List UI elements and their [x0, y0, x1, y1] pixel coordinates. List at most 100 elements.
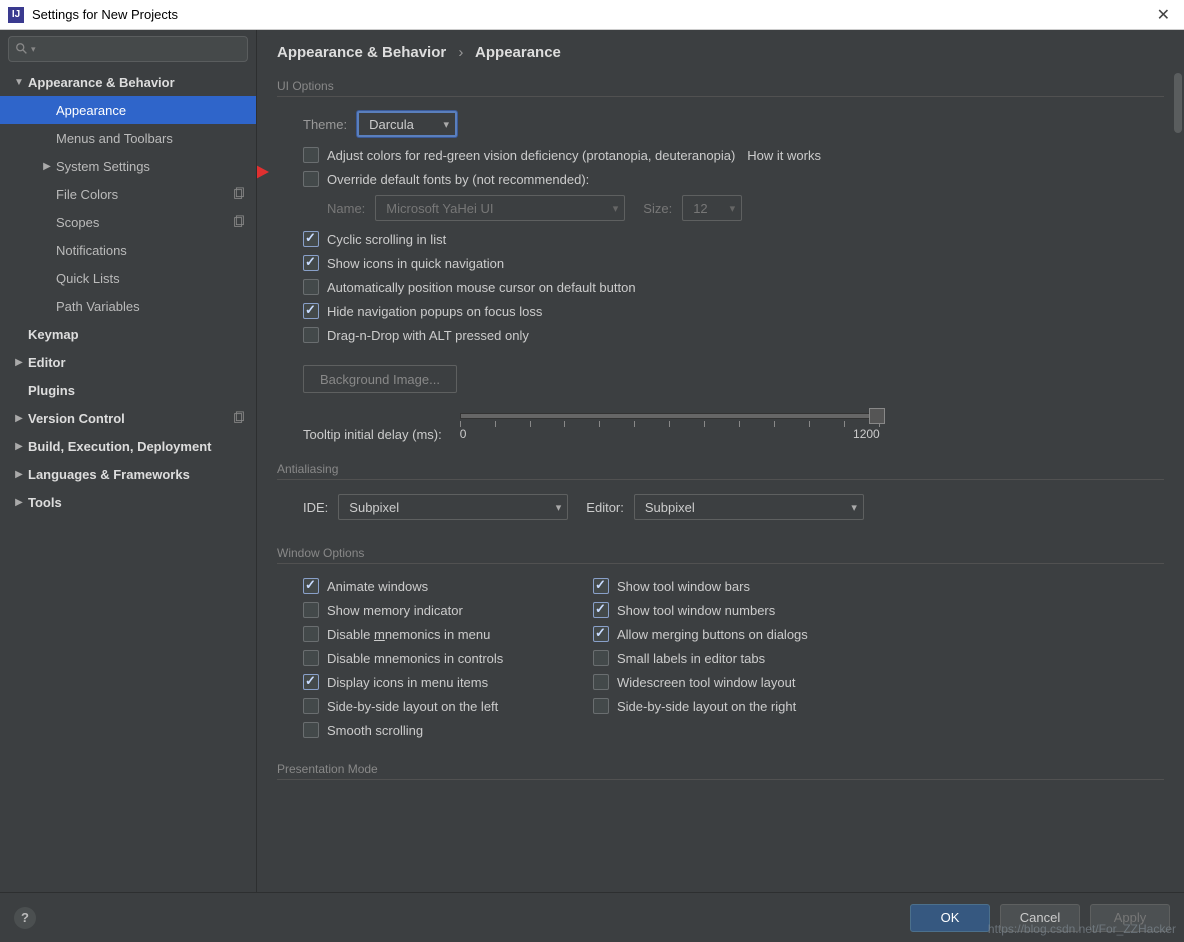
winopt-show-tool-window-numbers[interactable]: Show tool window numbers: [593, 602, 883, 618]
chevron-right-icon: ▶: [12, 441, 26, 452]
sidebar-item-quick-lists[interactable]: Quick Lists: [0, 264, 256, 292]
override-fonts-checkbox[interactable]: Override default fonts by (not recommend…: [303, 171, 1164, 187]
font-name-label: Name:: [327, 201, 365, 216]
winopt-animate-windows[interactable]: Animate windows: [303, 578, 593, 594]
sidebar-item-tools[interactable]: ▶Tools: [0, 488, 256, 516]
sidebar-item-label: Menus and Toolbars: [56, 131, 246, 146]
sidebar-item-file-colors[interactable]: File Colors: [0, 180, 256, 208]
settings-tree: ▼Appearance & Behavior Appearance Menus an…: [0, 68, 256, 892]
show-icons-checkbox[interactable]: Show icons in quick navigation: [303, 255, 1164, 271]
sidebar-item-build-execution-deployment[interactable]: ▶Build, Execution, Deployment: [0, 432, 256, 460]
content-scroll[interactable]: UI Options Theme: Darcula Adjust colors …: [257, 73, 1184, 892]
help-button[interactable]: ?: [14, 907, 36, 929]
sidebar-item-label: Tools: [28, 495, 246, 510]
sidebar-item-label: Plugins: [28, 383, 246, 398]
winopt-smooth-scrolling[interactable]: Smooth scrolling: [303, 722, 593, 738]
winopt-side-by-side-layout-on-the-left[interactable]: Side-by-side layout on the left: [303, 698, 593, 714]
copy-icon: [232, 187, 246, 201]
sidebar-item-plugins[interactable]: Plugins: [0, 376, 256, 404]
winopt-allow-merging-buttons-on-dialogs[interactable]: Allow merging buttons on dialogs: [593, 626, 883, 642]
sidebar-item-languages-frameworks[interactable]: ▶Languages & Frameworks: [0, 460, 256, 488]
window-options-grid: Animate windowsShow tool window barsShow…: [303, 578, 1164, 746]
ok-button[interactable]: OK: [910, 904, 990, 932]
winopt-side-by-side-layout-on-the-right[interactable]: Side-by-side layout on the right: [593, 698, 883, 714]
section-antialiasing: Antialiasing: [277, 462, 1164, 480]
slider-thumb[interactable]: [869, 408, 885, 424]
background-image-button[interactable]: Background Image...: [303, 365, 457, 393]
tooltip-delay-slider[interactable]: [460, 413, 880, 419]
sidebar-item-label: Version Control: [28, 411, 232, 426]
sidebar-item-appearance[interactable]: Appearance: [0, 96, 256, 124]
theme-select[interactable]: Darcula: [357, 111, 457, 137]
sidebar-item-notifications[interactable]: Notifications: [0, 236, 256, 264]
chevron-right-icon: ▶: [40, 161, 54, 172]
section-ui-options: UI Options: [277, 79, 1164, 97]
sidebar-item-label: Quick Lists: [56, 271, 246, 286]
font-size-select[interactable]: 12: [682, 195, 742, 221]
sidebar-item-label: Path Variables: [56, 299, 246, 314]
section-presentation: Presentation Mode: [277, 762, 1164, 780]
winopt-display-icons-in-menu-items[interactable]: Display icons in menu items: [303, 674, 593, 690]
slider-min: 0: [460, 427, 467, 441]
chevron-right-icon: ›: [458, 44, 463, 61]
sidebar-item-label: Keymap: [28, 327, 246, 342]
auto-cursor-checkbox[interactable]: Automatically position mouse cursor on d…: [303, 279, 1164, 295]
sidebar-item-path-variables[interactable]: Path Variables: [0, 292, 256, 320]
how-it-works-link[interactable]: How it works: [747, 148, 821, 163]
breadcrumb-root[interactable]: Appearance & Behavior: [277, 44, 446, 61]
hide-nav-checkbox[interactable]: Hide navigation popups on focus loss: [303, 303, 1164, 319]
font-size-label: Size:: [643, 201, 672, 216]
chevron-right-icon: ▶: [12, 357, 26, 368]
tooltip-delay-label: Tooltip initial delay (ms):: [303, 427, 442, 442]
aa-editor-label: Editor:: [586, 500, 624, 515]
sidebar-item-appearance-behavior[interactable]: ▼Appearance & Behavior: [0, 68, 256, 96]
winopt-widescreen-tool-window-layout[interactable]: Widescreen tool window layout: [593, 674, 883, 690]
breadcrumb: Appearance & Behavior › Appearance: [257, 30, 1184, 73]
content-scrollbar[interactable]: [1172, 73, 1182, 892]
tooltip-delay-row: Tooltip initial delay (ms): 0 1200: [303, 409, 1164, 442]
sidebar-item-version-control[interactable]: ▶Version Control: [0, 404, 256, 432]
main-panel: Appearance & Behavior › Appearance UI Op…: [257, 30, 1184, 892]
chevron-down-icon: ▼: [12, 77, 26, 88]
titlebar: IJ Settings for New Projects ✕: [0, 0, 1184, 30]
copy-icon: [232, 411, 246, 425]
chevron-right-icon: ▶: [12, 413, 26, 424]
winopt-show-tool-window-bars[interactable]: Show tool window bars: [593, 578, 883, 594]
aa-ide-select[interactable]: Subpixel: [338, 494, 568, 520]
sidebar-item-label: Appearance: [56, 103, 246, 118]
breadcrumb-leaf: Appearance: [475, 44, 561, 61]
sidebar-item-keymap[interactable]: Keymap: [0, 320, 256, 348]
sidebar-item-label: System Settings: [56, 159, 246, 174]
chevron-right-icon: ▶: [12, 469, 26, 480]
sidebar-item-label: File Colors: [56, 187, 232, 202]
winopt-small-labels-in-editor-tabs[interactable]: Small labels in editor tabs: [593, 650, 883, 666]
close-icon[interactable]: ✕: [1151, 5, 1176, 25]
sidebar-item-label: Scopes: [56, 215, 232, 230]
sidebar-item-label: Appearance & Behavior: [28, 75, 246, 90]
red-arrow-annotation: [257, 158, 269, 186]
drag-alt-checkbox[interactable]: Drag-n-Drop with ALT pressed only: [303, 327, 1164, 343]
aa-ide-label: IDE:: [303, 500, 328, 515]
aa-editor-select[interactable]: Subpixel: [634, 494, 864, 520]
copy-icon: [232, 215, 246, 229]
search-icon: [15, 42, 29, 56]
sidebar-item-menus-and-toolbars[interactable]: Menus and Toolbars: [0, 124, 256, 152]
adjust-colors-checkbox[interactable]: Adjust colors for red-green vision defic…: [303, 147, 1164, 163]
sidebar-item-scopes[interactable]: Scopes: [0, 208, 256, 236]
theme-label: Theme:: [303, 117, 347, 132]
watermark: https://blog.csdn.net/For_ZZHacker: [988, 922, 1176, 936]
sidebar-item-label: Languages & Frameworks: [28, 467, 246, 482]
search-input[interactable]: ▾: [8, 36, 248, 62]
sidebar: ▾ ▼Appearance & Behavior Appearance Menus …: [0, 30, 257, 892]
slider-max: 1200: [853, 427, 880, 441]
cyclic-scrolling-checkbox[interactable]: Cyclic scrolling in list: [303, 231, 1164, 247]
font-name-select[interactable]: Microsoft YaHei UI: [375, 195, 625, 221]
sidebar-item-label: Editor: [28, 355, 246, 370]
winopt-disable-mnemonics-in-controls[interactable]: Disable mnemonics in controls: [303, 650, 593, 666]
sidebar-item-system-settings[interactable]: ▶System Settings: [0, 152, 256, 180]
winopt-disable-mnemonics-in-menu[interactable]: Disable mnemonics in menu: [303, 626, 593, 642]
app-icon: IJ: [8, 7, 24, 23]
sidebar-item-editor[interactable]: ▶Editor: [0, 348, 256, 376]
window-title: Settings for New Projects: [32, 7, 1151, 22]
winopt-show-memory-indicator[interactable]: Show memory indicator: [303, 602, 593, 618]
